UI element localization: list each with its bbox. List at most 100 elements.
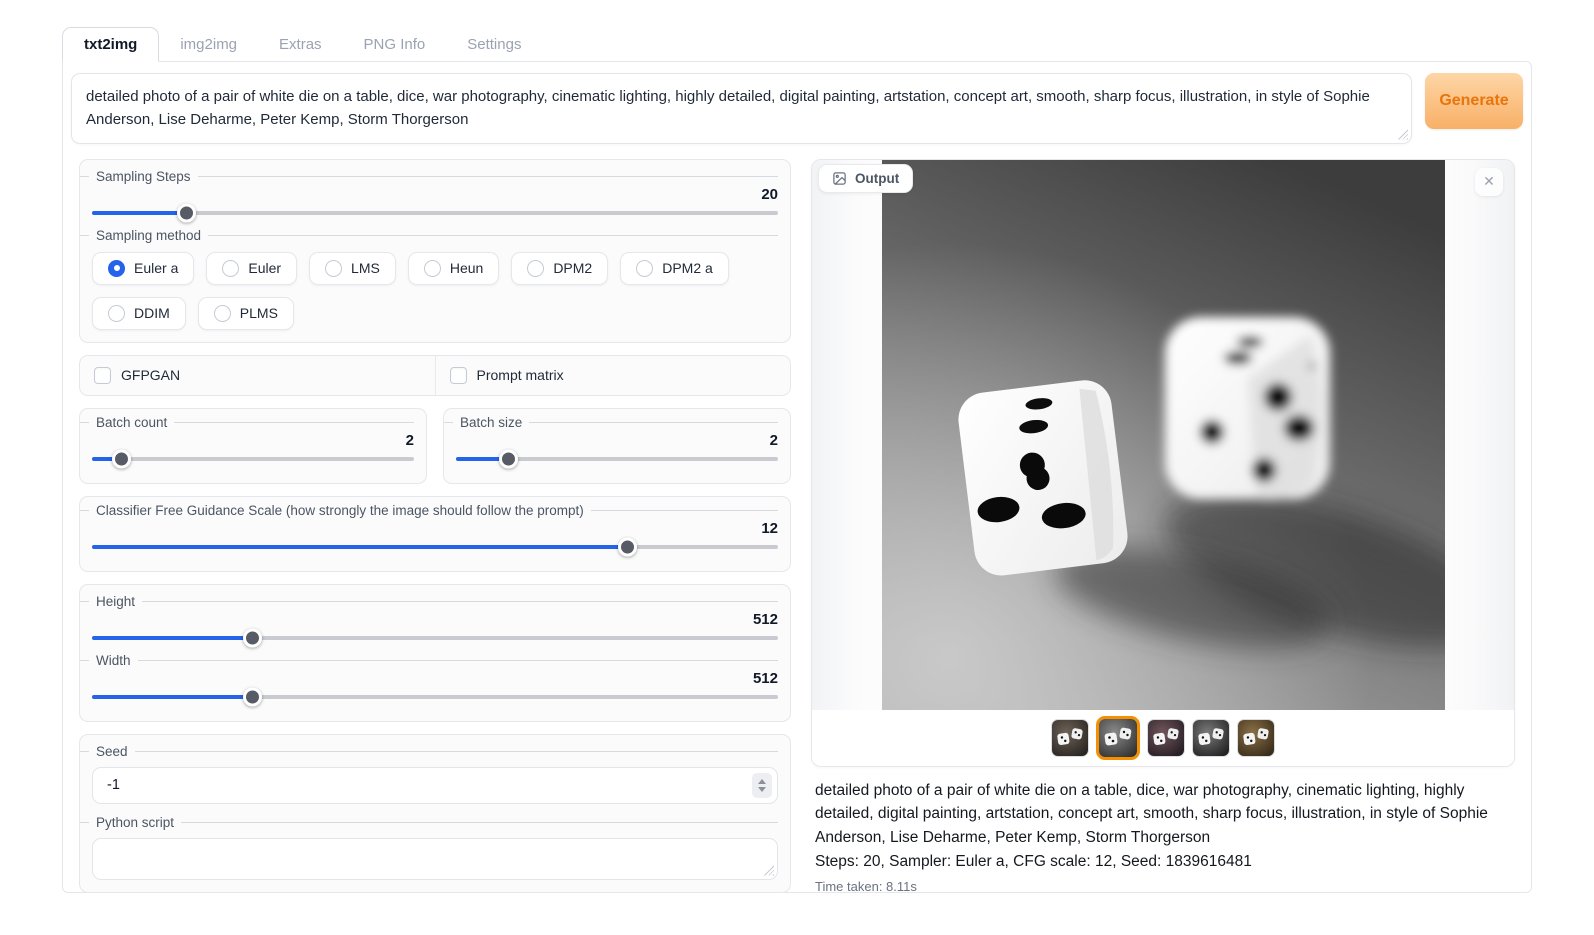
tab-Settings[interactable]: Settings [446,28,542,61]
radio-icon[interactable] [108,305,125,322]
radio-option-euler[interactable]: Euler [206,252,297,285]
slider-knob[interactable] [112,449,131,468]
radio-option-euler-a[interactable]: Euler a [92,252,194,285]
radio-icon[interactable] [424,260,441,277]
radio-icon[interactable] [222,260,239,277]
generate-button[interactable]: Generate [1425,73,1523,129]
radio-option-lms[interactable]: LMS [309,252,396,285]
seed-input[interactable]: -1 [92,767,778,804]
radio-option-dpm2-a[interactable]: DPM2 a [620,252,729,285]
resize-handle-icon[interactable] [763,865,774,876]
radio-label: LMS [351,260,380,276]
python-script-input[interactable] [92,838,778,880]
radio-option-plms[interactable]: PLMS [198,297,294,330]
sampling-method-group: Sampling method Euler aEulerLMSHeunDPM2D… [92,225,778,330]
height-value: 512 [92,611,778,628]
output-card: Output ✕ [811,159,1515,767]
tab-bar: txt2imgimg2imgExtrasPNG InfoSettings [62,27,1532,61]
batch-count-slider[interactable] [92,457,414,461]
slider-knob[interactable] [499,449,518,468]
radio-icon[interactable] [325,260,342,277]
controls-column: Sampling Steps 20 Sampling method [79,159,791,905]
radio-icon[interactable] [108,260,125,277]
slider-knob[interactable] [243,687,262,706]
time-taken: Time taken: 8.11s [815,877,1511,897]
height-group: Height 512 [92,591,778,640]
output-caption: detailed photo of a pair of white die on… [811,767,1515,897]
sampling-steps-group: Sampling Steps 20 [92,166,778,215]
sampling-method-options: Euler a Euler LMS Heun DPM2 DPM2 a DDIM PLMS [92,252,778,330]
batch-size-label: Batch size [460,415,522,430]
prompt-text: detailed photo of a pair of white die on… [86,88,1370,128]
batch-size-slider[interactable] [456,457,778,461]
caption-prompt: detailed photo of a pair of white die on… [815,779,1511,850]
radio-label: DPM2 [553,260,592,276]
thumbnail-strip [812,710,1514,766]
sampling-steps-slider[interactable] [92,211,778,215]
image-icon [832,171,847,186]
dice-photo [882,160,1445,710]
width-value: 512 [92,670,778,687]
checkbox-icon[interactable] [94,367,111,384]
prompt-row: detailed photo of a pair of white die on… [71,73,1523,144]
slider-knob[interactable] [243,628,262,647]
cfg-slider[interactable] [92,545,778,549]
tab-txt2img[interactable]: txt2img [62,27,159,62]
toggles-panel: GFPGAN Prompt matrix [79,355,791,396]
radio-option-dpm2[interactable]: DPM2 [511,252,608,285]
height-label: Height [96,594,135,609]
radio-label: DPM2 a [662,260,713,276]
dimensions-panel: Height 512 Width 512 [79,584,791,722]
sampling-steps-label: Sampling Steps [96,169,191,184]
checkbox-icon[interactable] [450,367,467,384]
radio-label: Euler a [134,260,178,276]
batch-count-value: 2 [92,432,414,449]
radio-icon[interactable] [636,260,653,277]
spinner-down-icon[interactable] [758,787,766,792]
app-container: txt2imgimg2imgExtrasPNG InfoSettings det… [62,27,1532,893]
output-header: Output [818,164,913,193]
seed-value: -1 [107,777,120,793]
thumbnail-2[interactable] [1096,716,1140,760]
radio-option-ddim[interactable]: DDIM [92,297,186,330]
spinner-up-icon[interactable] [758,779,766,784]
radio-option-heun[interactable]: Heun [408,252,499,285]
resize-handle-icon[interactable] [1397,129,1408,140]
batch-size-group: Batch size 2 [443,408,791,484]
caption-params: Steps: 20, Sampler: Euler a, CFG scale: … [815,850,1511,874]
batch-size-value: 2 [456,432,778,449]
thumbnail-3[interactable] [1147,719,1185,757]
tab-img2img[interactable]: img2img [159,28,258,61]
cfg-value: 12 [92,520,778,537]
width-slider[interactable] [92,695,778,699]
radio-label: PLMS [240,305,278,321]
batch-count-group: Batch count 2 [79,408,427,484]
cfg-panel: Classifier Free Guidance Scale (how stro… [79,496,791,572]
prompt-matrix-checkbox[interactable]: Prompt matrix [435,356,791,395]
sampling-panel: Sampling Steps 20 Sampling method [79,159,791,343]
width-label: Width [96,653,131,668]
prompt-matrix-label: Prompt matrix [477,367,564,383]
close-button[interactable]: ✕ [1475,168,1503,196]
slider-knob[interactable] [177,203,196,222]
radio-icon[interactable] [527,260,544,277]
gfpgan-checkbox[interactable]: GFPGAN [80,356,435,395]
tab-PNG Info[interactable]: PNG Info [343,28,447,61]
python-script-label: Python script [96,815,174,830]
python-script-group: Python script [92,812,778,880]
slider-knob[interactable] [618,537,637,556]
app-body: detailed photo of a pair of white die on… [62,61,1532,893]
thumbnail-5[interactable] [1237,719,1275,757]
radio-icon[interactable] [214,305,231,322]
tab-Extras[interactable]: Extras [258,28,343,61]
prompt-input[interactable]: detailed photo of a pair of white die on… [71,73,1412,144]
thumbnail-4[interactable] [1192,719,1230,757]
cfg-label: Classifier Free Guidance Scale (how stro… [96,503,584,518]
output-column: Output ✕ [811,159,1515,897]
number-spinner[interactable] [752,773,772,798]
generated-image[interactable] [812,160,1514,710]
page: txt2imgimg2imgExtrasPNG InfoSettings det… [0,0,1594,935]
batch-count-label: Batch count [96,415,167,430]
height-slider[interactable] [92,636,778,640]
thumbnail-1[interactable] [1051,719,1089,757]
